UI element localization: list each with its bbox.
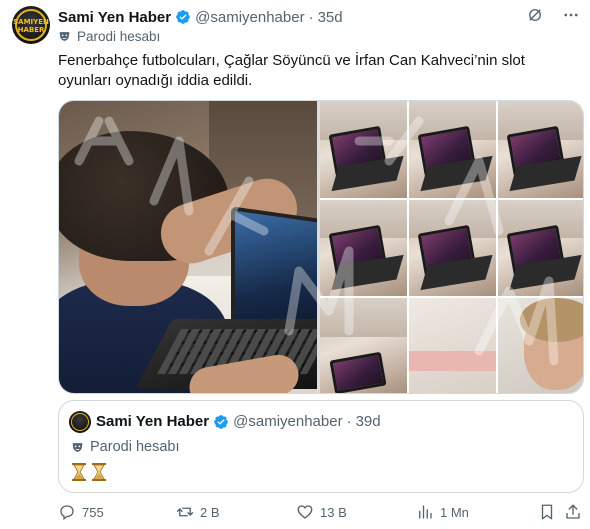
share-icon <box>566 504 580 519</box>
grid-photo <box>320 298 407 393</box>
reply-button[interactable]: 755 <box>58 503 104 521</box>
heart-icon <box>297 505 313 519</box>
grid-photo <box>498 199 583 297</box>
verified-badge-icon <box>176 10 190 24</box>
quoted-parody-label: Parodi hesabı <box>71 439 179 455</box>
grid-photo <box>498 101 583 198</box>
separator-dot: · <box>308 8 314 26</box>
share-button[interactable] <box>564 503 582 521</box>
repost-icon <box>176 507 194 517</box>
views-count: 1 Mn <box>440 504 469 520</box>
grid-photo-face <box>498 298 583 393</box>
views-icon <box>419 505 432 519</box>
grid-photo <box>409 101 496 198</box>
avatar-text-bottom: HABER <box>17 26 45 34</box>
author-name[interactable]: Sami Yen Haber <box>58 9 171 26</box>
hourglass-icon <box>72 463 86 481</box>
media-photo-main[interactable] <box>59 101 317 393</box>
quoted-author-name[interactable]: Sami Yen Haber <box>96 413 209 430</box>
like-count: 13 B <box>320 504 347 520</box>
tweet-time[interactable]: 35d <box>318 9 343 26</box>
quoted-header: Sami Yen Haber @samiyenhaber · 39d <box>96 413 381 430</box>
header-icons <box>526 6 580 24</box>
parody-mask-icon <box>59 32 70 41</box>
quoted-avatar[interactable] <box>69 411 91 433</box>
like-button[interactable]: 13 B <box>296 503 347 521</box>
grid-photo <box>320 101 407 198</box>
bookmark-icon <box>541 504 553 520</box>
parody-label: Parodi hesabı <box>58 29 160 44</box>
parody-label-text: Parodi hesabı <box>77 29 161 44</box>
quoted-author-handle[interactable]: @samiyenhaber <box>233 413 342 430</box>
avatar-text-top: SAMIYEN <box>13 18 49 26</box>
grid-photo <box>409 199 496 297</box>
tweet-media[interactable] <box>58 100 584 394</box>
grid-photo <box>320 199 407 297</box>
bookmark-button[interactable] <box>538 503 556 521</box>
reply-count: 755 <box>82 504 104 520</box>
grok-icon[interactable] <box>526 6 544 24</box>
reply-icon <box>60 505 74 521</box>
quoted-text <box>71 463 107 481</box>
quoted-parody-label-text: Parodi hesabı <box>90 439 180 455</box>
author-handle[interactable]: @samiyenhaber <box>195 9 304 26</box>
repost-count: 2 B <box>200 504 220 520</box>
quoted-time[interactable]: 39d <box>356 413 381 430</box>
separator-dot: · <box>346 413 352 430</box>
action-bar: 755 2 B 13 B 1 Mn <box>58 503 584 523</box>
tweet-text: Fenerbahçe futbolcuları, Çağlar Söyüncü … <box>58 52 525 89</box>
tweet-header: Sami Yen Haber @samiyenhaber · 35d <box>58 7 343 27</box>
more-icon[interactable] <box>562 6 580 24</box>
parody-mask-icon <box>72 442 83 452</box>
repost-button[interactable]: 2 B <box>176 503 220 521</box>
views-button[interactable]: 1 Mn <box>416 503 469 521</box>
hourglass-icon <box>92 463 106 481</box>
tweet[interactable]: SAMIYEN HABER Sami Yen Haber @samiyenhab… <box>0 0 590 529</box>
avatar[interactable]: SAMIYEN HABER <box>12 6 50 44</box>
grid-photo <box>409 298 496 393</box>
media-photo-grid[interactable] <box>320 101 583 393</box>
verified-badge-icon <box>214 414 228 429</box>
photo-grid <box>320 101 583 393</box>
quoted-avatar-ring <box>71 413 89 431</box>
quoted-tweet[interactable]: Sami Yen Haber @samiyenhaber · 39d Parod… <box>58 400 584 493</box>
